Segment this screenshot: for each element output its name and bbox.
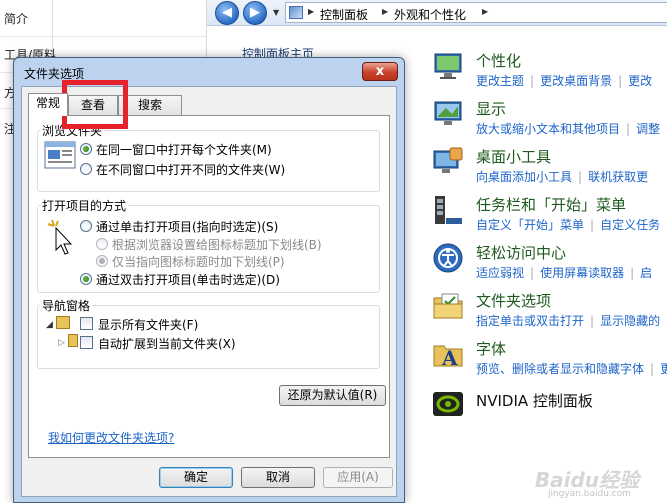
triangle-collapsed-icon: ▷ bbox=[58, 338, 65, 348]
tab-general[interactable]: 常规 bbox=[28, 93, 68, 116]
restore-defaults-button[interactable]: 还原为默认值(R) bbox=[279, 385, 386, 406]
chevron-right-icon[interactable]: ▶ bbox=[482, 7, 488, 16]
option-single-click[interactable]: 通过单击打开项目(指向时选定)(S) bbox=[96, 218, 278, 235]
folder-options-icon bbox=[433, 293, 463, 319]
tab-highlight-annotation bbox=[62, 80, 128, 129]
radio-same-window[interactable] bbox=[80, 143, 92, 155]
option-underline-browser: 根据浏览器设置给图标标题加下划线(B) bbox=[112, 238, 322, 252]
back-arrow-icon: ◀ bbox=[222, 5, 232, 20]
ease-of-access-icon bbox=[433, 243, 463, 273]
link-enable[interactable]: 启 bbox=[640, 266, 652, 280]
control-panel-icon bbox=[289, 6, 303, 19]
category-title[interactable]: 文件夹选项 bbox=[476, 290, 551, 311]
apply-button: 应用(A) bbox=[323, 467, 393, 488]
link-low-vision[interactable]: 适应弱视 bbox=[476, 266, 524, 280]
svg-text:A: A bbox=[441, 346, 458, 370]
radio-underline-hover bbox=[96, 255, 108, 267]
doc-row-intro[interactable]: 简介 bbox=[4, 10, 28, 27]
link-show-hidden[interactable]: 显示隐藏的 bbox=[600, 314, 660, 328]
option-same-window[interactable]: 在同一窗口中打开每个文件夹(M) bbox=[96, 141, 272, 158]
radio-new-window[interactable] bbox=[80, 163, 92, 175]
link-adjust[interactable]: 调整 bbox=[636, 122, 660, 136]
option-show-all-folders[interactable]: 显示所有文件夹(F) bbox=[98, 316, 198, 333]
forward-button[interactable]: ▶ bbox=[243, 1, 267, 25]
link-change-more[interactable]: 更改 bbox=[628, 74, 652, 88]
taskbar-icon bbox=[435, 196, 462, 224]
navigation-bar: ◀ ▶ ▼ ▶ 控制面板 ▶ 外观和个性化 ▶ bbox=[207, 0, 667, 26]
navigation-pane-group: 导航窗格 ◢ 显示所有文件夹(F) ▷ 自动扩展到当前文件夹(X) bbox=[37, 297, 380, 369]
category-title[interactable]: 个性化 bbox=[476, 50, 521, 71]
group-label: 打开项目的方式 bbox=[40, 197, 129, 214]
fonts-icon: A bbox=[433, 345, 463, 370]
link-resize-text[interactable]: 放大或缩小文本和其他项目 bbox=[476, 122, 620, 136]
chevron-right-icon[interactable]: ▶ bbox=[308, 7, 314, 16]
link-get-more-online[interactable]: 联机获取更 bbox=[588, 170, 648, 184]
ok-button[interactable]: 确定 bbox=[159, 467, 233, 488]
display-icon bbox=[434, 101, 462, 125]
link-change-theme[interactable]: 更改主题 bbox=[476, 74, 524, 88]
address-bar[interactable]: ▶ 控制面板 ▶ 外观和个性化 ▶ bbox=[285, 2, 667, 23]
close-icon: x bbox=[375, 64, 385, 79]
close-button[interactable]: x bbox=[362, 62, 398, 81]
link-change-background[interactable]: 更改桌面背景 bbox=[540, 74, 612, 88]
group-label: 导航窗格 bbox=[40, 297, 93, 314]
browse-folders-group: 浏览文件夹 在同一窗口中打开每个文件夹(M) 在不同窗口中打开不同的文件夹(W) bbox=[37, 122, 380, 192]
link-manage-fonts[interactable]: 预览、删除或者显示和隐藏字体 bbox=[476, 362, 644, 376]
option-new-window[interactable]: 在不同窗口中打开不同的文件夹(W) bbox=[96, 161, 285, 178]
option-underline-hover: 仅当指向图标标题时加下划线(P) bbox=[112, 255, 285, 269]
folder-icon bbox=[56, 316, 70, 329]
triangle-expanded-icon: ◢ bbox=[46, 320, 53, 330]
chevron-right-icon[interactable]: ▶ bbox=[382, 7, 388, 16]
link-more[interactable]: 更 bbox=[660, 362, 667, 376]
personalization-icon bbox=[434, 53, 462, 79]
breadcrumb-appearance[interactable]: 外观和个性化 bbox=[394, 6, 466, 23]
link-customize-start[interactable]: 自定义「开始」菜单 bbox=[476, 218, 584, 232]
nvidia-icon bbox=[433, 392, 463, 416]
category-title[interactable]: 轻松访问中心 bbox=[476, 242, 566, 263]
radio-underline-browser bbox=[96, 238, 108, 250]
link-screen-reader[interactable]: 使用屏幕读取器 bbox=[540, 266, 624, 280]
general-tab-page: 浏览文件夹 在同一窗口中打开每个文件夹(M) 在不同窗口中打开不同的文件夹(W)… bbox=[28, 115, 390, 458]
click-items-group: 打开项目的方式 通过单击打开项目(指向时选定)(S) 根据浏览器设置给图标标题加… bbox=[37, 197, 380, 293]
help-link[interactable]: 我如何更改文件夹选项? bbox=[48, 429, 174, 446]
folder-icon bbox=[68, 334, 78, 347]
link-single-double-click[interactable]: 指定单击或双击打开 bbox=[476, 314, 584, 328]
link-customize-taskbar[interactable]: 自定义任务 bbox=[600, 218, 660, 232]
link-add-gadgets[interactable]: 向桌面添加小工具 bbox=[476, 170, 572, 184]
dialog-client: 常规 查看 搜索 浏览文件夹 在同一窗口中打开每个文件夹(M) 在不同窗口中打开… bbox=[21, 86, 397, 497]
category-title[interactable]: NVIDIA 控制面板 bbox=[476, 390, 593, 411]
radio-double-click[interactable] bbox=[80, 273, 92, 285]
checkbox-auto-expand[interactable] bbox=[80, 336, 93, 349]
gadgets-icon bbox=[433, 147, 463, 173]
option-auto-expand[interactable]: 自动扩展到当前文件夹(X) bbox=[98, 335, 236, 352]
checkbox-show-all-folders[interactable] bbox=[80, 317, 93, 330]
category-title[interactable]: 字体 bbox=[476, 338, 506, 359]
cancel-button[interactable]: 取消 bbox=[241, 467, 315, 488]
browse-folders-icon bbox=[44, 141, 76, 169]
forward-arrow-icon: ▶ bbox=[250, 5, 260, 20]
category-title[interactable]: 显示 bbox=[476, 98, 506, 119]
watermark-url: jingyan.baidu.com bbox=[547, 489, 631, 499]
history-dropdown-icon[interactable]: ▼ bbox=[273, 8, 279, 17]
option-double-click[interactable]: 通过双击打开项目(单击时选定)(D) bbox=[96, 271, 280, 288]
category-title[interactable]: 任务栏和「开始」菜单 bbox=[476, 194, 626, 215]
radio-single-click[interactable] bbox=[80, 220, 92, 232]
breadcrumb-control-panel[interactable]: 控制面板 bbox=[320, 6, 368, 23]
mouse-pointer-icon bbox=[47, 219, 73, 255]
back-button[interactable]: ◀ bbox=[215, 1, 239, 25]
category-title[interactable]: 桌面小工具 bbox=[476, 146, 551, 167]
